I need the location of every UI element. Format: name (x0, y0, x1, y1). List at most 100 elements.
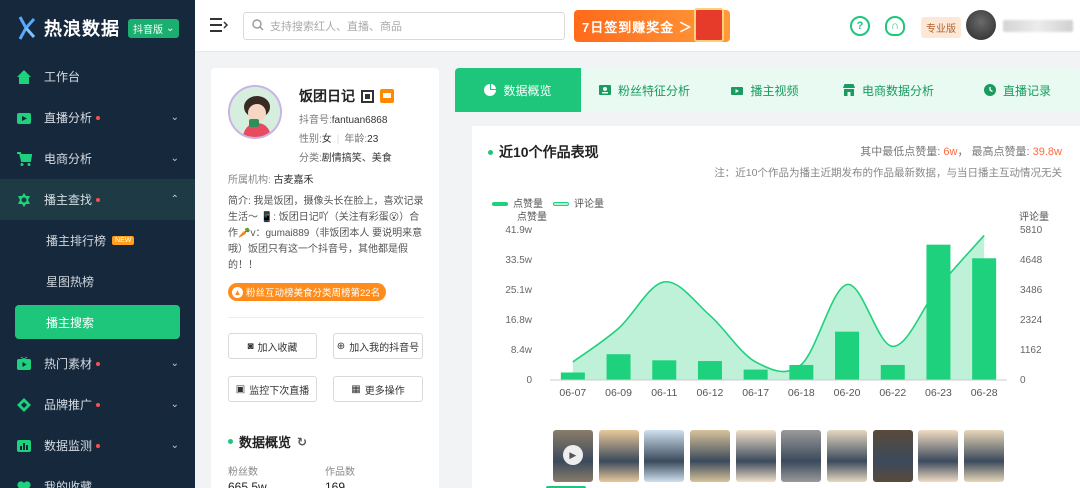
likes-bar (835, 331, 860, 380)
sidebar-item-favorites[interactable]: 我的收藏 (0, 466, 195, 488)
diamond-icon (16, 397, 32, 413)
search-placeholder: 支持搜索红人、直播、商品 (270, 21, 402, 33)
video-thumbnail[interactable] (872, 430, 913, 482)
anchor-profile-card: 饭团日记 抖音号:fantuan6868 性别:女 | 年龄:23 分类:剧情搞笑、… (211, 68, 439, 488)
circle-dot-icon: ◙ (247, 340, 254, 352)
top-bar: 支持搜索红人、直播、商品 7日签到赚奖金 ＞ ? ∩ 专业版 (195, 0, 1080, 52)
edition-dropdown[interactable]: 抖音版 ⌄ (128, 18, 180, 38)
title-dot (488, 149, 493, 155)
search-icon (252, 18, 264, 34)
new-badge: NEW (112, 236, 135, 245)
tab-anchor-videos[interactable]: 播主视频 (708, 68, 822, 112)
refresh-icon[interactable]: ↻ (297, 435, 307, 449)
add-my-douyin-button[interactable]: ⊕ 加入我的抖音号 (333, 333, 423, 359)
x-tick-label: 06-12 (697, 387, 724, 399)
menu-toggle-icon[interactable] (210, 17, 228, 33)
tab-data-overview[interactable]: 数据概览 (455, 68, 581, 112)
more-actions-button[interactable]: ▦ 更多操作 (333, 376, 423, 402)
sidebar-item-live-analysis[interactable]: 直播分析 ⌄ (0, 97, 195, 138)
video-thumbnail[interactable]: ▶ (552, 430, 593, 482)
thumbnail-image (735, 430, 776, 482)
panel-title-text: 近10个作品表现 (499, 144, 599, 160)
thumbnail-image (598, 430, 639, 482)
y-tick-label: 8.4w (511, 345, 533, 356)
sidebar-item-ecommerce-analysis[interactable]: 电商分析 ⌄ (0, 138, 195, 179)
sidebar-subitem-label: 播主排行榜 (46, 234, 107, 248)
search-input[interactable]: 支持搜索红人、直播、商品 (243, 12, 565, 40)
comments-area (572, 235, 985, 380)
tab-live-records[interactable]: 直播记录 (955, 68, 1080, 112)
gender-value: 女 (321, 134, 332, 145)
user-avatar[interactable] (966, 10, 996, 40)
button-label: 加入收藏 (257, 342, 298, 354)
customer-service-icon[interactable]: ∩ (885, 16, 905, 36)
tab-label: 播主视频 (750, 83, 799, 98)
video-thumbnail[interactable] (918, 430, 959, 482)
tab-fan-analysis[interactable]: 粉丝特征分析 (581, 68, 708, 112)
qr-code-icon[interactable] (361, 89, 374, 103)
sidebar-item-label: 直播分析 (44, 111, 93, 125)
sidebar-item-data-monitor[interactable]: 数据监测 ⌄ (0, 425, 195, 466)
y2-tick-label: 0 (1020, 375, 1026, 386)
video-thumbnail[interactable] (689, 430, 730, 482)
works-value: 169 (325, 480, 346, 488)
sidebar-item-workbench[interactable]: 工作台 (0, 56, 195, 97)
video-thumbnail[interactable] (827, 430, 868, 482)
org-row: 所属机构: 古麦嘉禾 (228, 171, 314, 186)
live-video-icon (16, 110, 32, 126)
likes-bar (652, 360, 677, 380)
sidebar-subitem-anchor-ranking[interactable]: 播主排行榜 NEW (0, 220, 195, 261)
likes-bar (606, 354, 631, 380)
fans-value: 665.5w (228, 480, 267, 488)
data-note: 注：近10个作品为播主近期发布的作品最新数据，与当日播主互动情况无关 (714, 167, 1062, 179)
chevron-up-icon: ⌃ (170, 194, 179, 205)
video-thumbnail[interactable] (598, 430, 639, 482)
add-favorite-button[interactable]: ◙ 加入收藏 (228, 333, 317, 359)
works-performance-panel: 近10个作品表现 其中最低点赞量: 6w， 最高点赞量: 39.8w 注：近10… (472, 126, 1080, 488)
sidebar-item-hot-material[interactable]: 热门素材 ⌄ (0, 343, 195, 384)
user-name-blurred[interactable] (1003, 20, 1073, 32)
gender-label: 性别: (299, 134, 322, 145)
overview-title-text: 数据概览 (239, 435, 292, 450)
chevron-down-icon: ⌄ (170, 153, 179, 164)
works-label: 作品数 (325, 467, 355, 478)
button-label: 加入我的抖音号 (349, 342, 420, 354)
sidebar-item-label: 热门素材 (44, 357, 93, 371)
new-dot (96, 402, 101, 407)
anchor-avatar (228, 85, 282, 139)
y-tick-label: 0 (526, 375, 532, 386)
sidebar-item-label: 电商分析 (44, 152, 93, 166)
new-dot (96, 361, 101, 366)
shop-icon (842, 84, 855, 96)
likes-summary: 其中最低点赞量: 6w， 最高点赞量: 39.8w (860, 146, 1062, 158)
pro-edition-badge[interactable]: 专业版 (921, 17, 961, 38)
monitor-live-button[interactable]: ▣ 监控下次直播 (228, 376, 317, 402)
tab-label: 电商数据分析 (861, 83, 934, 98)
tab-ecommerce-data[interactable]: 电商数据分析 (822, 68, 955, 112)
video-thumbnail[interactable] (644, 430, 685, 482)
video-thumbnail[interactable] (964, 430, 1005, 482)
app-logo[interactable]: 热浪数据 抖音版 ⌄ (0, 0, 195, 56)
douyin-id: fantuan6868 (331, 115, 388, 126)
video-thumbnail[interactable] (781, 430, 822, 482)
chevron-down-icon: ⌄ (170, 358, 179, 369)
thumbnail-image (689, 430, 730, 482)
chevron-down-icon: ⌄ (170, 399, 179, 410)
rank-badge[interactable]: ▲ 粉丝互动榜美食分类周榜第22名 (228, 283, 387, 301)
likes-bar (789, 364, 814, 380)
x-tick-label: 06-09 (605, 387, 632, 399)
play-icon[interactable]: ▶ (562, 445, 583, 465)
help-icon[interactable]: ? (850, 16, 870, 36)
shop-icon[interactable] (380, 89, 394, 103)
y-tick-label: 41.9w (505, 225, 532, 236)
anchor-bio: 简介: 我是饭团，摄像头长在脸上，喜欢记录生活～ 📱: 饭团日记吖（关注有彩蛋😮… (228, 196, 424, 271)
video-thumbnail[interactable] (735, 430, 776, 482)
chevron-down-icon: ⌄ (170, 440, 179, 451)
thumbnail-image (644, 430, 685, 482)
y2-tick-label: 5810 (1020, 225, 1043, 236)
signin-reward-banner[interactable]: 7日签到赚奖金 ＞ (574, 8, 730, 42)
sidebar-subitem-star-hot[interactable]: 星图热榜 (0, 261, 195, 302)
sidebar-item-brand-promotion[interactable]: 品牌推广 ⌄ (0, 384, 195, 425)
sidebar-subitem-anchor-search[interactable]: 播主搜索 (15, 305, 180, 339)
sidebar-item-anchor-search[interactable]: 播主查找 ⌃ (0, 179, 195, 220)
